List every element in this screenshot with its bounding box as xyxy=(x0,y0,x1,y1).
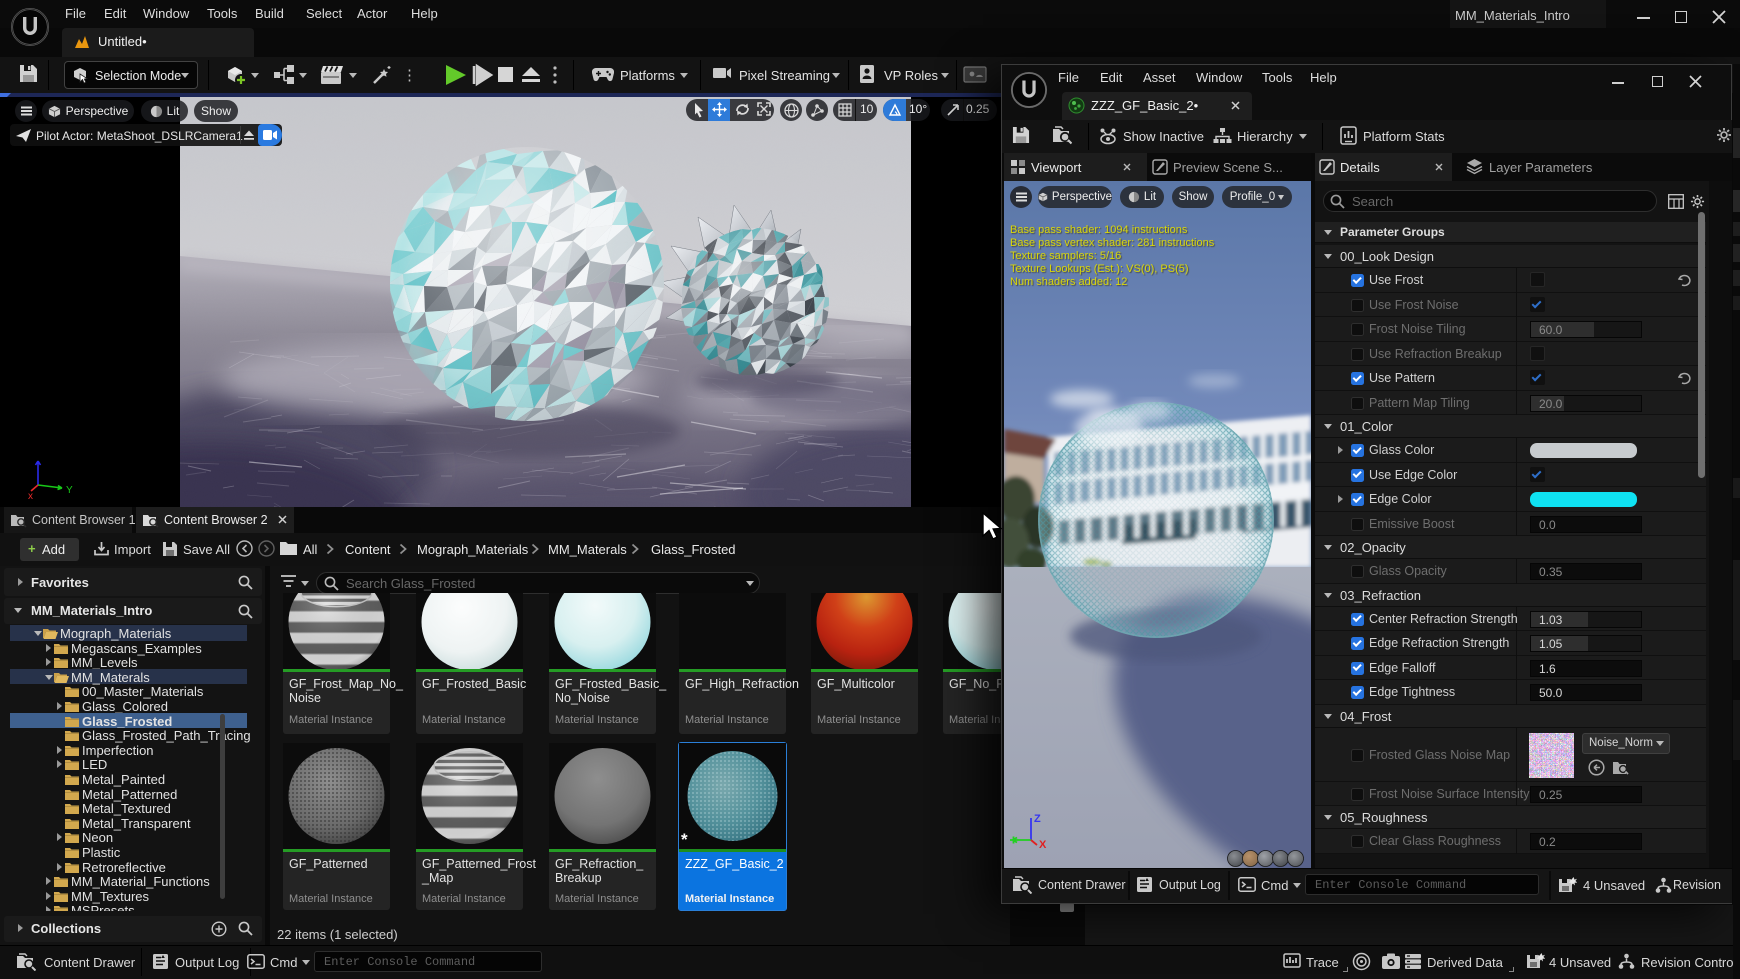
svg-text:X: X xyxy=(1039,839,1047,850)
svg-text:Z: Z xyxy=(1034,813,1041,825)
svg-text:Y: Y xyxy=(66,485,73,496)
svg-text:x: x xyxy=(28,491,33,500)
